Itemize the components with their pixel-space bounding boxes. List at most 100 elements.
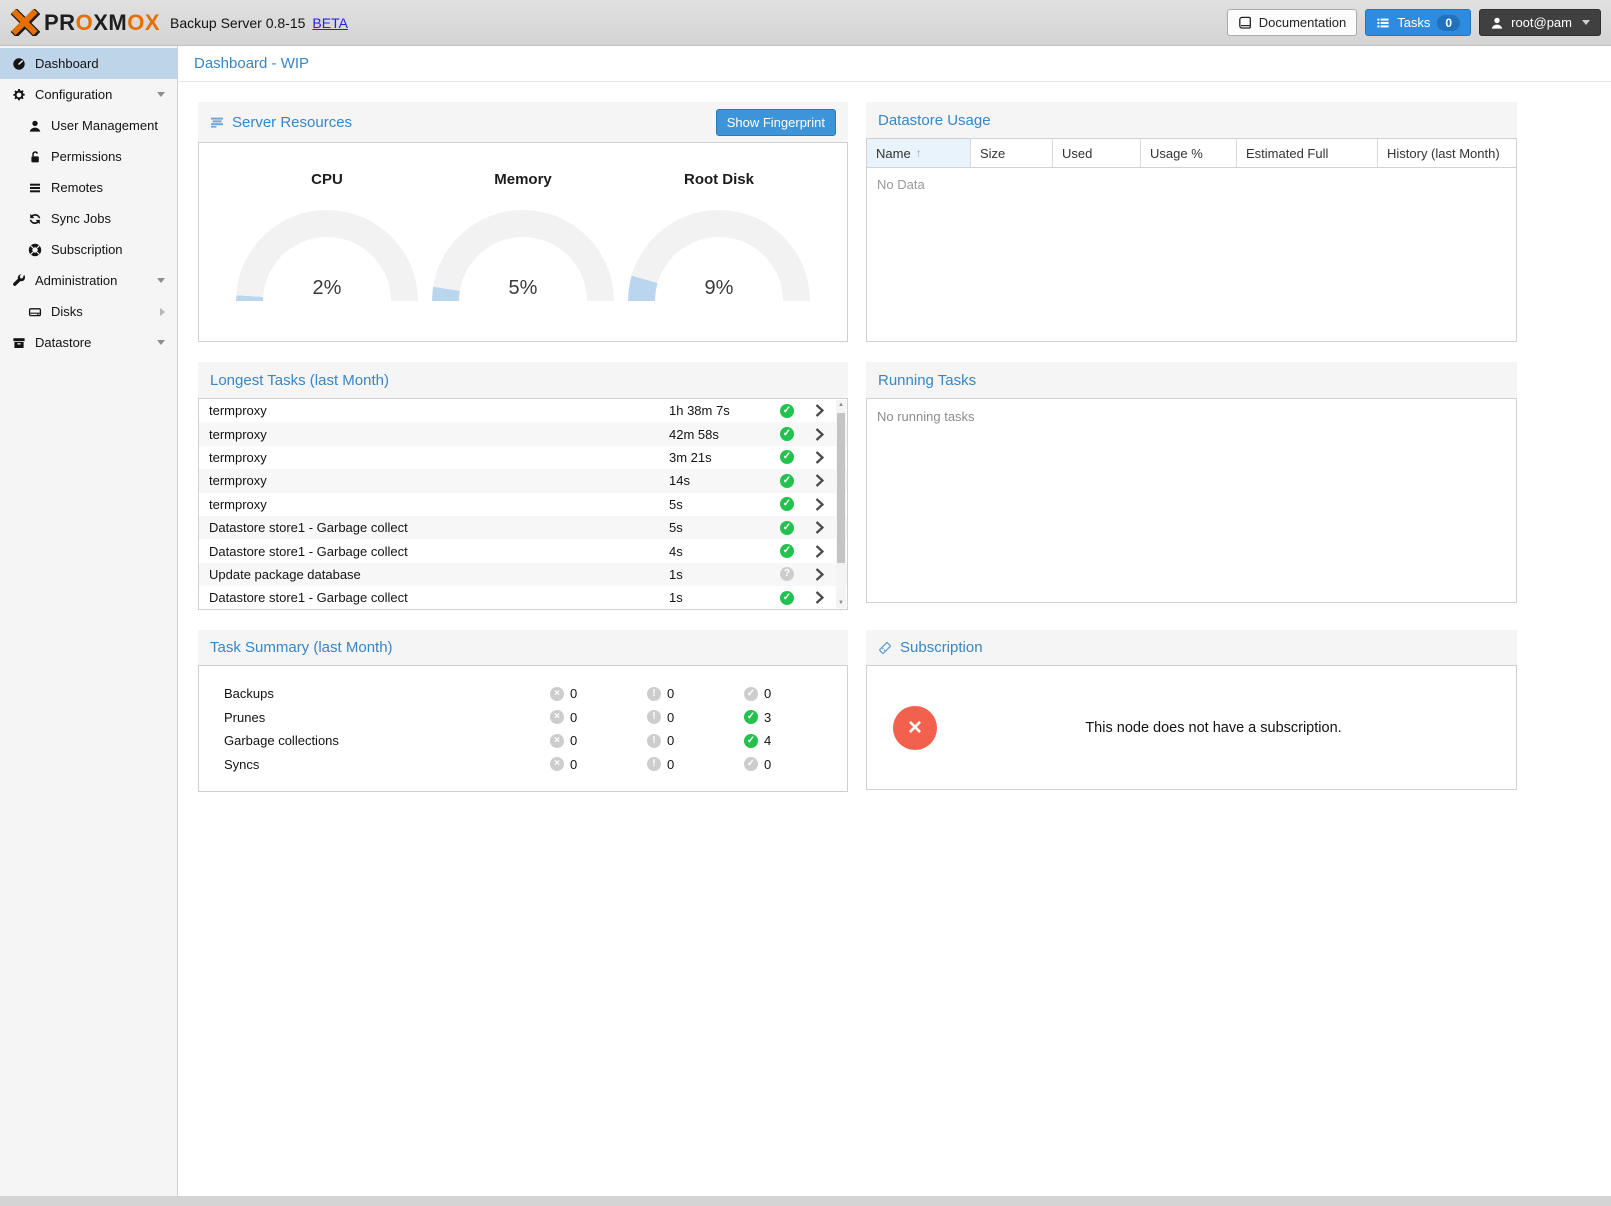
root-disk-gauge: Root Disk 9%	[628, 159, 810, 341]
task-ok-icon: ✓	[780, 544, 794, 558]
chevron-right-icon[interactable]	[815, 545, 824, 558]
column-header-usage-pct[interactable]: Usage %	[1141, 139, 1237, 167]
lifering-icon	[28, 243, 42, 257]
scroll-up-icon[interactable]: ▲	[836, 402, 846, 408]
error-count-icon: ×	[550, 710, 564, 724]
sidebar-item-subscription[interactable]: Subscription	[0, 234, 177, 265]
warning-count-icon: !	[647, 687, 661, 701]
sidebar-item-remotes[interactable]: Remotes	[0, 172, 177, 203]
scroll-down-icon[interactable]: ▼	[836, 600, 846, 606]
sidebar-item-label: User Management	[51, 118, 158, 133]
memory-gauge: Memory 5%	[432, 159, 614, 341]
column-header-history[interactable]: History (last Month)	[1378, 139, 1516, 167]
panel-title: Subscription	[900, 639, 983, 656]
chevron-right-icon[interactable]	[815, 498, 824, 511]
ok-count-icon: ✓	[744, 687, 758, 701]
panel-title: Datastore Usage	[878, 112, 991, 129]
scrollbar-thumb[interactable]	[837, 413, 845, 563]
user-menu-button[interactable]: root@pam	[1479, 9, 1601, 36]
sidebar-item-configuration[interactable]: Configuration	[0, 79, 177, 110]
sidebar-item-label: Subscription	[51, 242, 123, 257]
task-row[interactable]: termproxy 3m 21s ✓	[199, 446, 847, 469]
task-row[interactable]: Update package database 1s ?	[199, 563, 847, 586]
server-resources-icon	[210, 115, 224, 129]
summary-row-backups: Backups ×0 !0 ✓0	[199, 682, 847, 706]
gears-icon	[12, 88, 26, 102]
chevron-right-icon[interactable]	[815, 521, 824, 534]
documentation-label: Documentation	[1259, 15, 1346, 30]
chevron-right-icon[interactable]	[815, 404, 824, 417]
user-icon	[28, 119, 42, 133]
panel-title: Task Summary (last Month)	[210, 639, 393, 656]
sidebar-item-label: Datastore	[35, 335, 91, 350]
user-label: root@pam	[1511, 15, 1572, 30]
summary-row-prunes: Prunes ×0 !0 ✓3	[199, 706, 847, 730]
gauge-label: CPU	[236, 171, 418, 188]
expand-arrow-icon[interactable]	[160, 308, 165, 316]
archive-icon	[12, 336, 26, 350]
task-row[interactable]: Datastore store1 - Garbage collect 4s ✓	[199, 539, 847, 562]
sidebar-item-administration[interactable]: Administration	[0, 265, 177, 296]
show-fingerprint-button[interactable]: Show Fingerprint	[716, 109, 836, 136]
task-row[interactable]: termproxy 1h 38m 7s ✓	[199, 399, 847, 422]
sidebar-item-label: Configuration	[35, 87, 112, 102]
main-area: Dashboard - WIP Server Resources Show Fi…	[178, 46, 1611, 1196]
documentation-button[interactable]: Documentation	[1227, 9, 1357, 36]
sync-icon	[28, 212, 42, 226]
warning-count-icon: !	[647, 710, 661, 724]
sidebar-item-label: Sync Jobs	[51, 211, 111, 226]
tasks-button[interactable]: Tasks 0	[1365, 9, 1471, 36]
chevron-right-icon[interactable]	[815, 568, 824, 581]
task-unknown-icon: ?	[780, 567, 794, 581]
task-row[interactable]: termproxy 42m 58s ✓	[199, 422, 847, 445]
sidebar: Dashboard Configuration User Management …	[0, 46, 178, 1196]
chevron-right-icon[interactable]	[815, 428, 824, 441]
datastore-usage-table-header: Name↑ Size Used Usage % Estimated Full H…	[867, 139, 1516, 168]
book-icon	[1238, 16, 1252, 30]
gauge-label: Memory	[432, 171, 614, 188]
sidebar-item-disks[interactable]: Disks	[0, 296, 177, 327]
sidebar-item-dashboard[interactable]: Dashboard	[0, 48, 177, 79]
chevron-down-icon	[1582, 20, 1590, 25]
task-row[interactable]: Datastore store1 - Garbage collect 5s ✓	[199, 516, 847, 539]
collapse-arrow-icon[interactable]	[157, 92, 165, 97]
datastore-usage-panel: Datastore Usage Name↑ Size Used Usage % …	[866, 102, 1517, 342]
task-row[interactable]: termproxy 14s ✓	[199, 469, 847, 492]
column-header-used[interactable]: Used	[1053, 139, 1141, 167]
sidebar-item-sync-jobs[interactable]: Sync Jobs	[0, 203, 177, 234]
error-count-icon: ×	[550, 734, 564, 748]
sidebar-item-label: Remotes	[51, 180, 103, 195]
task-ok-icon: ✓	[780, 427, 794, 441]
task-row[interactable]: termproxy 5s ✓	[199, 493, 847, 516]
task-row[interactable]: Datastore store1 - Garbage collect 1s ✓	[199, 586, 847, 609]
sidebar-item-user-management[interactable]: User Management	[0, 110, 177, 141]
task-ok-icon: ✓	[780, 404, 794, 418]
sidebar-item-permissions[interactable]: Permissions	[0, 141, 177, 172]
proxmox-x-icon	[10, 9, 40, 36]
sidebar-item-label: Dashboard	[35, 56, 99, 71]
column-header-name[interactable]: Name↑	[867, 139, 971, 167]
collapse-arrow-icon[interactable]	[157, 278, 165, 283]
sort-asc-icon: ↑	[916, 146, 922, 160]
product-version-label: Backup Server 0.8-15	[170, 15, 305, 31]
column-header-estimated-full[interactable]: Estimated Full	[1237, 139, 1378, 167]
scrollbar[interactable]: ▲ ▼	[836, 400, 846, 608]
chevron-right-icon[interactable]	[815, 474, 824, 487]
chevron-right-icon[interactable]	[815, 591, 824, 604]
chevron-right-icon[interactable]	[815, 451, 824, 464]
tachometer-icon	[12, 57, 26, 71]
running-tasks-empty-text: No running tasks	[866, 398, 1517, 603]
beta-link[interactable]: BETA	[312, 15, 348, 31]
sidebar-item-datastore[interactable]: Datastore	[0, 327, 177, 358]
error-count-icon: ×	[550, 757, 564, 771]
ok-count-icon: ✓	[744, 734, 758, 748]
column-header-size[interactable]: Size	[971, 139, 1053, 167]
warning-count-icon: !	[647, 757, 661, 771]
warning-count-icon: !	[647, 734, 661, 748]
ok-count-icon: ✓	[744, 757, 758, 771]
wrench-icon	[12, 274, 26, 288]
gauge-value: 5%	[432, 277, 614, 300]
collapse-arrow-icon[interactable]	[157, 340, 165, 345]
hdd-icon	[28, 305, 42, 319]
list-icon	[28, 181, 42, 195]
